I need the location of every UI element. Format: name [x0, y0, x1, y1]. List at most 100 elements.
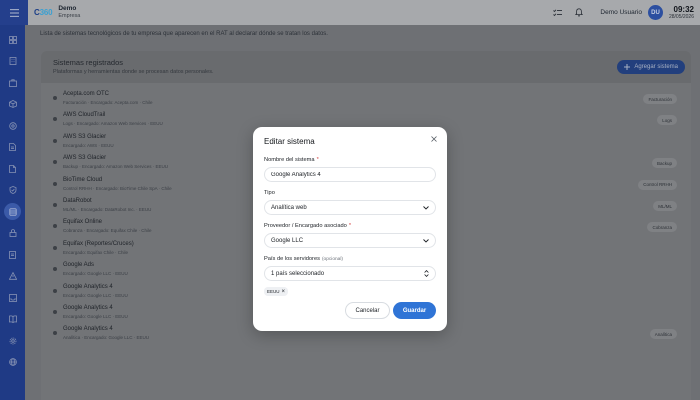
provider-select[interactable]: Google LLC	[264, 233, 436, 248]
sidebar-item-requests[interactable]	[0, 287, 25, 309]
shield-check-icon	[9, 186, 16, 195]
row-tag: Logs	[657, 115, 677, 126]
brand[interactable]: C360 Demo Empresa	[34, 5, 81, 19]
sidebar-item-policies[interactable]	[0, 244, 25, 266]
plus-icon	[624, 64, 631, 70]
lock-icon	[9, 229, 16, 238]
chevron-down-icon	[423, 205, 429, 210]
remove-chip-icon[interactable]: ×	[282, 289, 286, 295]
system-name-label: Nombre del sistema *	[264, 157, 319, 163]
table-row[interactable]: Acepta.com OTC Facturación · Encargado: A…	[41, 89, 691, 109]
sidebar	[0, 25, 25, 400]
row-name: AWS S3 Glacier	[63, 133, 107, 140]
user-name[interactable]: Demo Usuario	[600, 9, 642, 16]
row-meta: Encargado: Equifax Chile · Chile	[63, 249, 129, 255]
status-dot	[53, 138, 57, 143]
status-dot	[53, 160, 57, 165]
page-description: Lista de sistemas tecnológicos de tu emp…	[40, 31, 328, 37]
add-system-button[interactable]: Agregar sistema	[617, 60, 685, 74]
sidebar-item-security[interactable]	[0, 115, 25, 137]
row-tag: Control RRHH	[638, 179, 677, 190]
menu-toggle-button[interactable]	[0, 0, 28, 25]
status-dot	[53, 288, 57, 293]
required-mark: *	[348, 223, 352, 229]
bell-icon	[575, 8, 584, 17]
optional-hint: (opcional)	[321, 257, 344, 262]
logo: C360	[34, 8, 53, 17]
sidebar-item-records[interactable]	[0, 137, 25, 159]
org-name: Demo	[58, 5, 77, 12]
settings-icon	[9, 337, 16, 345]
row-meta: Backup · Encargado: Amazon Web Services …	[63, 164, 168, 170]
clock-date: 28/05/2026	[668, 13, 694, 20]
row-meta: Logs · Encargado: Amazon Web Services · …	[63, 121, 163, 127]
org-type: Empresa	[58, 12, 81, 19]
sidebar-item-activities[interactable]	[0, 72, 25, 94]
system-name-input[interactable]	[264, 167, 436, 182]
provider-select-value: Google LLC	[271, 237, 304, 244]
sidebar-item-training[interactable]	[0, 309, 25, 331]
type-label: Tipo	[264, 190, 275, 196]
save-button[interactable]: Guardar	[393, 302, 436, 319]
row-tag: ML/ML	[653, 201, 677, 211]
sidebar-item-inventory[interactable]	[0, 94, 25, 116]
country-multiselect[interactable]: 1 país seleccionado	[264, 266, 436, 281]
file-icon	[9, 164, 16, 173]
sidebar-item-company[interactable]	[0, 51, 25, 73]
status-dot	[53, 117, 57, 122]
tasks-button[interactable]	[546, 0, 568, 25]
sidebar-active-marker	[4, 203, 21, 221]
row-name: AWS CloudTrail	[63, 112, 106, 119]
row-meta: Analítica · Encargado: Google LLC · EEUU	[63, 335, 150, 341]
row-tag: Analítica	[649, 329, 677, 340]
inbox-icon	[8, 293, 17, 302]
box-icon	[8, 100, 17, 109]
shield-icon	[8, 122, 17, 130]
grid-icon	[8, 35, 17, 44]
row-meta: Encargado: AWS · EEUU	[63, 142, 114, 148]
file-text-icon	[9, 250, 16, 259]
country-chip-label: EEUU	[267, 289, 280, 294]
clock-time: 09:32	[673, 4, 694, 14]
row-meta: Encargado: Google LLC · EEUU	[63, 292, 128, 298]
cancel-button[interactable]: Cancelar	[345, 302, 390, 319]
dialog-title: Editar sistema	[264, 137, 315, 146]
close-button[interactable]	[429, 134, 439, 144]
notifications-button[interactable]	[568, 0, 590, 25]
row-name: BioTime Cloud	[63, 176, 103, 183]
sidebar-item-files[interactable]	[0, 158, 25, 180]
building-icon	[9, 57, 16, 66]
sidebar-item-international[interactable]	[0, 352, 25, 374]
database-icon	[8, 208, 17, 216]
type-select-value: Analítica web	[271, 204, 307, 211]
sidebar-item-systems[interactable]	[0, 201, 25, 223]
row-name: AWS S3 Glacier	[63, 155, 107, 162]
type-select[interactable]: Analítica web	[264, 200, 436, 215]
status-dot	[53, 181, 57, 186]
warning-icon	[8, 272, 17, 280]
sidebar-item-incidents[interactable]	[0, 266, 25, 288]
add-system-label: Agregar sistema	[634, 64, 678, 70]
row-tag: Backup	[651, 158, 677, 169]
sidebar-item-compliance[interactable]	[0, 180, 25, 202]
document-icon	[9, 143, 16, 152]
book-icon	[8, 315, 17, 324]
status-dot	[53, 245, 57, 250]
row-tag: Cobranza	[647, 222, 677, 233]
row-name: Google Analytics 4	[63, 283, 113, 290]
row-name: Equifax Online	[63, 219, 103, 226]
row-tag: Facturación	[643, 94, 677, 104]
country-label: País de los servidores (opcional)	[264, 256, 344, 262]
org-switcher[interactable]: Demo Empresa	[58, 5, 81, 19]
status-dot	[53, 331, 57, 336]
status-dot	[53, 310, 57, 314]
top-bar: C360 Demo Empresa Demo Usuario DU 09:32 …	[0, 0, 700, 25]
chevron-down-icon	[423, 238, 429, 243]
sidebar-item-settings[interactable]	[0, 330, 25, 352]
row-name: Google Ads	[63, 262, 95, 269]
avatar[interactable]: DU	[647, 5, 663, 20]
sidebar-item-dashboard[interactable]	[0, 29, 25, 51]
country-select-value: 1 país seleccionado	[271, 270, 325, 277]
sidebar-item-access[interactable]	[0, 223, 25, 245]
card-header: Sistemas registrados Plataformas y herra…	[41, 51, 691, 83]
